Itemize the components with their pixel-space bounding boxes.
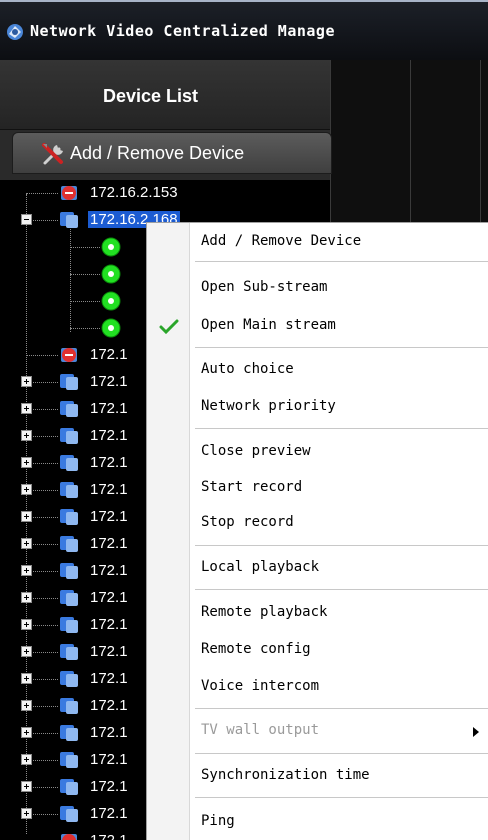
app-logo-icon bbox=[7, 24, 23, 40]
device-online-icon bbox=[60, 698, 78, 714]
device-ip: 172.1 bbox=[90, 346, 128, 363]
device-ip: 172.1 bbox=[90, 697, 128, 714]
device-online-icon bbox=[60, 455, 78, 471]
menu-item-synchronization-time[interactable]: Synchronization time bbox=[201, 767, 370, 791]
device-ip: 172.1 bbox=[90, 562, 128, 579]
checkmark-icon bbox=[159, 319, 179, 335]
menu-item-remote-playback[interactable]: Remote playback bbox=[201, 604, 327, 628]
device-online-icon bbox=[60, 428, 78, 444]
tools-icon bbox=[42, 143, 63, 165]
menu-item-local-playback[interactable]: Local playback bbox=[201, 559, 319, 583]
collapse-toggle[interactable] bbox=[21, 214, 32, 225]
expand-toggle[interactable] bbox=[21, 808, 32, 819]
expand-toggle[interactable] bbox=[21, 673, 32, 684]
device-online-icon bbox=[60, 779, 78, 795]
menu-separator bbox=[195, 797, 488, 798]
device-offline-icon bbox=[61, 348, 77, 362]
add-remove-device-button[interactable]: Add / Remove Device bbox=[12, 132, 332, 174]
device-online-icon bbox=[60, 563, 78, 579]
menu-item-network-priority[interactable]: Network priority bbox=[201, 398, 336, 422]
device-ip: 172.1 bbox=[90, 589, 128, 606]
device-list-title: Device List bbox=[103, 86, 199, 106]
add-remove-device-label: Add / Remove Device bbox=[70, 143, 245, 163]
expand-toggle[interactable] bbox=[21, 754, 32, 765]
device-online-icon bbox=[60, 644, 78, 660]
device-online-icon bbox=[60, 212, 78, 228]
menu-separator bbox=[195, 347, 488, 348]
device-ip: 172.1 bbox=[90, 670, 128, 687]
menu-item-stop-record[interactable]: Stop record bbox=[201, 514, 294, 538]
expand-toggle[interactable] bbox=[21, 457, 32, 468]
camera-channel-icon bbox=[101, 318, 121, 338]
menu-separator bbox=[195, 753, 488, 754]
context-menu: Add / Remove Device Open Sub-stream Open… bbox=[146, 222, 488, 840]
menu-item-close-preview[interactable]: Close preview bbox=[201, 443, 311, 467]
device-ip: 172.1 bbox=[90, 643, 128, 660]
menu-separator bbox=[195, 261, 488, 262]
device-offline-icon bbox=[61, 834, 77, 840]
device-ip: 172.1 bbox=[90, 778, 128, 795]
window-title: Network Video Centralized Manage bbox=[30, 22, 335, 40]
expand-toggle[interactable] bbox=[21, 430, 32, 441]
device-ip: 172.1 bbox=[90, 454, 128, 471]
expand-toggle[interactable] bbox=[21, 376, 32, 387]
expand-toggle[interactable] bbox=[21, 727, 32, 738]
device-ip: 172.1 bbox=[90, 373, 128, 390]
expand-toggle[interactable] bbox=[21, 700, 32, 711]
device-ip: 172.1 bbox=[90, 508, 128, 525]
device-online-icon bbox=[60, 482, 78, 498]
camera-channel-icon bbox=[101, 264, 121, 284]
menu-item-open-main-stream[interactable]: Open Main stream bbox=[201, 317, 336, 341]
device-ip: 172.1 bbox=[90, 616, 128, 633]
device-ip: 172.1 bbox=[90, 832, 128, 840]
device-online-icon bbox=[60, 752, 78, 768]
window-title-bar: Network Video Centralized Manage bbox=[0, 0, 488, 60]
device-list-header: Device List bbox=[0, 60, 330, 130]
device-online-icon bbox=[60, 401, 78, 417]
menu-separator bbox=[195, 589, 488, 590]
device-ip: 172.1 bbox=[90, 805, 128, 822]
camera-channel-icon bbox=[101, 237, 121, 257]
device-online-icon bbox=[60, 617, 78, 633]
menu-item-auto-choice[interactable]: Auto choice bbox=[201, 361, 294, 385]
device-online-icon bbox=[60, 536, 78, 552]
device-offline-icon bbox=[61, 186, 77, 200]
device-online-icon bbox=[60, 806, 78, 822]
device-ip: 172.16.2.153 bbox=[90, 184, 178, 201]
submenu-arrow-icon bbox=[473, 727, 479, 737]
expand-toggle[interactable] bbox=[21, 403, 32, 414]
expand-toggle[interactable] bbox=[21, 565, 32, 576]
menu-separator bbox=[195, 708, 488, 709]
device-online-icon bbox=[60, 374, 78, 390]
device-ip: 172.1 bbox=[90, 724, 128, 741]
menu-item-voice-intercom[interactable]: Voice intercom bbox=[201, 678, 319, 702]
device-ip: 172.1 bbox=[90, 481, 128, 498]
expand-toggle[interactable] bbox=[21, 646, 32, 657]
menu-item-add-remove-device[interactable]: Add / Remove Device bbox=[201, 233, 361, 257]
expand-toggle[interactable] bbox=[21, 511, 32, 522]
device-online-icon bbox=[60, 725, 78, 741]
menu-icon-gutter bbox=[147, 223, 190, 840]
expand-toggle[interactable] bbox=[21, 592, 32, 603]
device-online-icon bbox=[60, 590, 78, 606]
device-online-icon bbox=[60, 671, 78, 687]
expand-toggle[interactable] bbox=[21, 484, 32, 495]
menu-item-remote-config[interactable]: Remote config bbox=[201, 641, 311, 665]
device-ip: 172.1 bbox=[90, 400, 128, 417]
menu-separator bbox=[195, 545, 488, 546]
device-ip: 172.1 bbox=[90, 427, 128, 444]
menu-item-open-sub-stream[interactable]: Open Sub-stream bbox=[201, 279, 327, 303]
device-online-icon bbox=[60, 509, 78, 525]
expand-toggle[interactable] bbox=[21, 619, 32, 630]
device-ip: 172.1 bbox=[90, 751, 128, 768]
menu-item-tv-wall-output[interactable]: TV wall output bbox=[201, 722, 319, 746]
menu-item-ping[interactable]: Ping bbox=[201, 813, 235, 837]
menu-item-start-record[interactable]: Start record bbox=[201, 479, 302, 503]
camera-channel-icon bbox=[101, 291, 121, 311]
device-row[interactable]: 172.16.2.153 bbox=[0, 180, 330, 207]
menu-separator bbox=[195, 428, 488, 429]
expand-toggle[interactable] bbox=[21, 781, 32, 792]
expand-toggle[interactable] bbox=[21, 538, 32, 549]
device-ip: 172.1 bbox=[90, 535, 128, 552]
